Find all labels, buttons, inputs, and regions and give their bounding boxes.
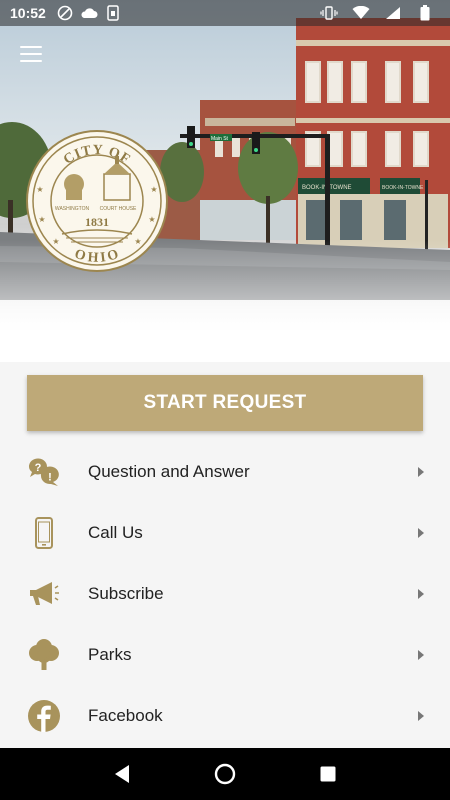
chevron-right-icon [418, 650, 424, 661]
no-disturb-icon [56, 5, 74, 21]
back-icon[interactable] [107, 759, 137, 789]
svg-text:!: ! [48, 471, 52, 483]
tree-icon [26, 637, 62, 673]
chevron-right-icon [418, 527, 424, 538]
menu-hamburger-icon[interactable] [20, 46, 42, 62]
wifi-icon [352, 6, 370, 20]
svg-text:★: ★ [134, 237, 141, 246]
menu-item-facebook[interactable]: Facebook [0, 686, 450, 747]
menu-item-label: Call Us [88, 522, 143, 542]
menu-item-label: Parks [88, 645, 132, 665]
phone-icon [26, 515, 62, 551]
svg-text:★: ★ [148, 215, 155, 224]
menu-item-label: Subscribe [88, 583, 164, 603]
start-request-button[interactable]: START REQUEST [27, 375, 423, 431]
menu-item-subscribe[interactable]: Subscribe [0, 563, 450, 624]
status-time: 10:52 [10, 5, 46, 21]
seal-year: 1831 [85, 215, 109, 229]
svg-text:★: ★ [52, 237, 59, 246]
chevron-right-icon [418, 466, 424, 477]
facebook-icon [26, 698, 62, 734]
store-sign-right: BOOK-IN-TOWNE [382, 185, 424, 191]
system-navigation-bar [0, 748, 450, 800]
main-menu-list: ? ! Question and Answer Call Us Subscrib… [0, 441, 450, 747]
svg-text:?: ? [35, 462, 42, 474]
chevron-right-icon [418, 588, 424, 599]
street-sign: Main St [211, 136, 229, 142]
hero-banner: BOOK-IN-TOWNE BOOK-IN-TOWNE Main St [0, 0, 450, 362]
status-bar: 10:52 [0, 0, 450, 26]
menu-item-call-us[interactable]: Call Us [0, 502, 450, 563]
menu-item-label: Facebook [88, 706, 163, 726]
city-seal-logo: CITY OF OHIO ★ ★ ★ ★ ★ ★ WASHINGTON COURT H… [26, 130, 168, 272]
sim-icon [104, 5, 122, 21]
vibrate-icon [320, 6, 338, 20]
megaphone-icon [26, 576, 62, 612]
home-icon[interactable] [210, 759, 240, 789]
menu-item-label: Question and Answer [88, 461, 250, 481]
menu-item-question-and-answer[interactable]: ? ! Question and Answer [0, 441, 450, 502]
svg-text:★: ★ [36, 185, 43, 194]
menu-item-parks[interactable]: Parks [0, 625, 450, 686]
svg-text:★: ★ [38, 215, 45, 224]
battery-icon [416, 5, 434, 21]
seal-left-label: WASHINGTON [55, 206, 90, 212]
recents-icon[interactable] [313, 759, 343, 789]
signal-icon [384, 6, 402, 20]
svg-text:★: ★ [150, 185, 157, 194]
seal-right-label: COURT HOUSE [100, 206, 137, 212]
question-answer-icon: ? ! [26, 454, 62, 490]
cloud-icon [80, 6, 98, 20]
chevron-right-icon [418, 711, 424, 722]
